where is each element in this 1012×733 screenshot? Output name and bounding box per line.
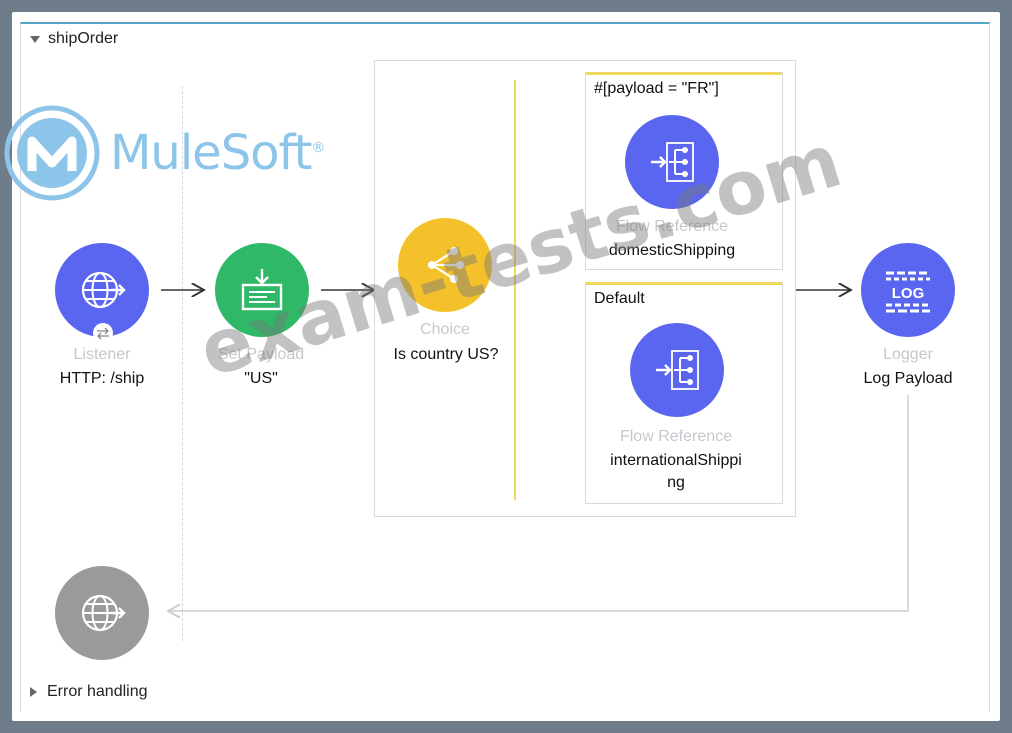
flow-reference-international-node[interactable] xyxy=(630,323,724,417)
globe-arrow-icon xyxy=(81,594,126,632)
logger-type-label: Logger xyxy=(883,346,933,363)
logger-icon: LOG xyxy=(886,271,930,313)
international-name-line1: internationalShippi xyxy=(610,452,742,469)
flow-reference-icon xyxy=(656,350,699,390)
route-top-bar xyxy=(586,72,782,75)
listener-name-label: HTTP: /ship xyxy=(59,370,145,387)
expand-triangle-icon[interactable] xyxy=(30,687,37,697)
route-condition-label: #[payload = "FR"] xyxy=(594,80,719,97)
sync-arrows-icon xyxy=(97,327,109,340)
international-name-line2: ng xyxy=(667,474,685,491)
route-default-label: Default xyxy=(594,290,645,307)
mulesoft-logo-icon xyxy=(4,105,100,201)
logo-text: MuleSoft® xyxy=(110,125,325,181)
svg-text:LOG: LOG xyxy=(892,285,925,302)
logger-node[interactable]: LOG xyxy=(861,243,955,337)
error-handling-label: Error handling xyxy=(47,683,148,700)
international-type-label: Flow Reference xyxy=(619,428,733,445)
listener-type-label: Listener xyxy=(73,346,131,363)
error-handling-section[interactable]: Error handling xyxy=(30,683,148,701)
mulesoft-logo: MuleSoft® xyxy=(4,105,325,201)
logger-name-label: Log Payload xyxy=(863,370,953,387)
choice-name-label: Is country US? xyxy=(393,346,499,363)
globe-arrow-icon xyxy=(81,271,126,309)
route-top-bar xyxy=(586,282,782,285)
response-node[interactable] xyxy=(55,566,149,660)
listener-sync-badge xyxy=(93,323,113,343)
